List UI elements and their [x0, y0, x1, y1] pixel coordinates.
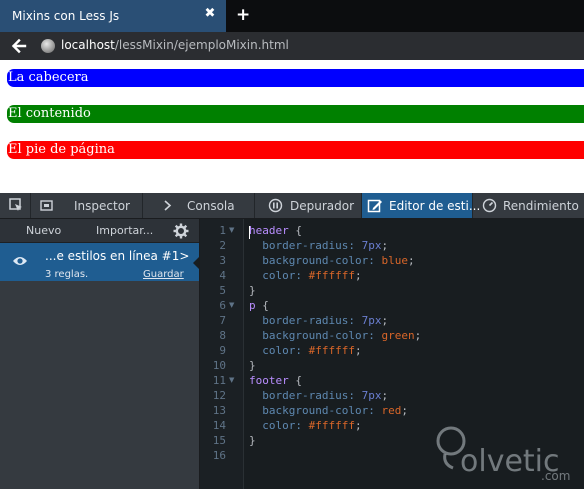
close-tab-icon[interactable]: ✖	[203, 7, 217, 21]
line-number: 6	[219, 299, 226, 312]
tab-style-editor-label: Editor de esti...	[389, 199, 481, 213]
page-header: La cabecera	[7, 69, 584, 87]
line-number: 10	[212, 359, 226, 372]
code-line: border-radius: 7px;	[249, 314, 389, 327]
line-number: 13	[212, 404, 226, 417]
new-stylesheet-button[interactable]: Nuevo	[26, 224, 61, 237]
line-number-gutter: 1 ▼ 2 3 4 5 6 ▼ 7 8 9 10 11 ▼ 12 13 14 15 16	[200, 219, 244, 489]
eye-icon[interactable]	[12, 255, 28, 267]
tab-debugger-label: Depurador	[290, 199, 355, 213]
tab-console-label: Consola	[187, 199, 235, 213]
code-line: background-color: blue;	[249, 254, 415, 267]
style-editor-icon	[367, 199, 382, 213]
line-number: 14	[212, 419, 226, 432]
tab-title: Mixins con Less Js	[12, 9, 120, 23]
code-line: color: #ffffff;	[249, 269, 362, 282]
gear-icon[interactable]	[173, 223, 189, 239]
fold-arrow-icon[interactable]: ▼	[229, 223, 234, 238]
pick-element-button[interactable]	[0, 193, 30, 218]
code-line: border-radius: 7px;	[249, 239, 389, 252]
tab-strip: Mixins con Less Js ✖ +	[0, 0, 584, 32]
page-footer: El pie de página	[7, 141, 584, 159]
line-number: 12	[212, 389, 226, 402]
watermark-suffix: .com	[541, 469, 571, 483]
line-number: 8	[219, 329, 226, 342]
fold-arrow-icon[interactable]: ▼	[229, 373, 234, 388]
code-line: border-radius: 7px;	[249, 389, 389, 402]
code-line: background-color: green;	[249, 329, 422, 342]
url-bar[interactable]: localhost/lessMixin/ejemploMixin.html	[61, 38, 289, 52]
line-number: 11	[212, 374, 226, 387]
browser-tab[interactable]: Mixins con Less Js ✖	[0, 0, 226, 32]
tab-console[interactable]: Consola	[143, 193, 254, 218]
import-stylesheet-button[interactable]: Importar...	[96, 224, 153, 237]
line-number: 1	[219, 224, 226, 237]
performance-icon	[482, 198, 497, 213]
url-path: /lessMixin/ejemploMixin.html	[114, 38, 289, 52]
page-paragraph: El contenido	[7, 105, 584, 123]
line-number: 7	[219, 314, 226, 327]
globe-icon	[41, 39, 55, 53]
line-number: 16	[212, 449, 226, 462]
tab-inspector-label: Inspector	[74, 199, 130, 213]
tab-inspector[interactable]: Inspector	[31, 193, 142, 218]
code-line: }	[249, 284, 256, 297]
code-line: p {	[249, 299, 269, 312]
console-icon	[164, 200, 172, 211]
tab-performance[interactable]: Rendimiento	[473, 193, 584, 218]
save-stylesheet-link[interactable]: Guardar	[143, 269, 184, 280]
rule-count: 3 reglas.	[45, 269, 89, 280]
code-line: footer {	[249, 374, 302, 387]
pick-element-icon	[9, 198, 22, 211]
code-line: color: #ffffff;	[249, 419, 362, 432]
code-line: background-color: red;	[249, 404, 408, 417]
inspector-icon	[40, 200, 53, 211]
stylesheet-toolbar: Nuevo Importar...	[0, 219, 199, 243]
line-number: 3	[219, 254, 226, 267]
code-line: }	[249, 359, 256, 372]
navigation-bar: localhost/lessMixin/ejemploMixin.html	[0, 32, 584, 60]
pause-icon	[268, 198, 283, 213]
line-number: 4	[219, 269, 226, 282]
text-cursor	[249, 226, 250, 239]
stylesheet-name: ...e estilos en línea #1>	[45, 249, 190, 263]
page-viewport: La cabecera El contenido El pie de págin…	[0, 60, 584, 193]
tab-style-editor[interactable]: Editor de esti...	[362, 193, 480, 218]
tab-debugger[interactable]: Depurador	[255, 193, 361, 218]
fold-arrow-icon[interactable]: ▼	[229, 298, 234, 313]
code-line: color: #ffffff;	[249, 344, 362, 357]
devtools-toolbar: Inspector Consola Depurador Editor de es…	[0, 193, 584, 219]
stylesheet-list-panel: Nuevo Importar... ...e estilos en línea …	[0, 219, 199, 489]
code-line: header {	[249, 224, 302, 237]
tab-performance-label: Rendimiento	[503, 199, 579, 213]
line-number: 5	[219, 284, 226, 297]
new-tab-button[interactable]: +	[236, 6, 250, 24]
code-line: }	[249, 434, 256, 447]
line-number: 9	[219, 344, 226, 357]
line-number: 15	[212, 434, 226, 447]
back-arrow-icon[interactable]	[10, 37, 28, 55]
url-host: localhost	[61, 38, 115, 52]
stylesheet-item[interactable]: ...e estilos en línea #1> 3 reglas. Guar…	[0, 243, 199, 281]
line-number: 2	[219, 239, 226, 252]
